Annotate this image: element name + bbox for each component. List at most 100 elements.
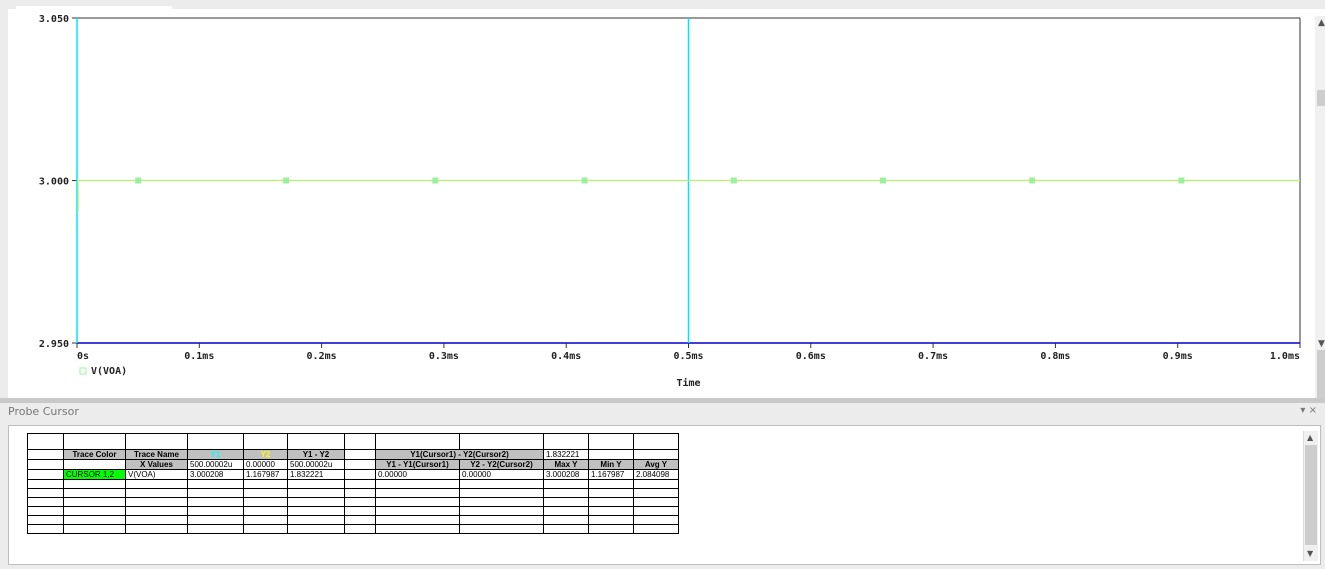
table-cell[interactable]: [459, 433, 544, 450]
table-cell[interactable]: [375, 479, 460, 489]
table-cell[interactable]: [459, 488, 544, 498]
table-cell[interactable]: [63, 479, 126, 489]
table-cell[interactable]: [633, 515, 679, 525]
table-cell[interactable]: [243, 506, 288, 516]
trace-color-swatch[interactable]: CURSOR 1,2: [63, 469, 126, 480]
table-cell[interactable]: [588, 488, 634, 498]
scrollbar-thumb[interactable]: [1317, 90, 1325, 106]
scroll-down-icon[interactable]: ▼: [1318, 339, 1325, 349]
col-header-trace-name[interactable]: Trace Name: [125, 449, 188, 460]
table-cell[interactable]: [543, 488, 589, 498]
table-cell[interactable]: [588, 479, 634, 489]
table-cell[interactable]: [125, 506, 188, 516]
table-cell[interactable]: [459, 479, 544, 489]
table-cell[interactable]: [543, 506, 589, 516]
table-cell[interactable]: [375, 488, 460, 498]
table-cell[interactable]: [27, 459, 64, 470]
col-header-y2[interactable]: Y2: [243, 449, 288, 460]
table-cell[interactable]: [375, 524, 460, 534]
probe-window-controls[interactable]: ▾ ×: [1300, 405, 1317, 416]
table-cell[interactable]: [287, 479, 345, 489]
table-cell[interactable]: [344, 469, 376, 480]
table-cell[interactable]: [125, 515, 188, 525]
table-cell[interactable]: [27, 479, 64, 489]
table-cell[interactable]: [287, 515, 345, 525]
table-cell[interactable]: [27, 506, 64, 516]
col-header-y1[interactable]: Y1: [187, 449, 244, 460]
table-cell[interactable]: [243, 433, 288, 450]
table-cell[interactable]: [27, 449, 64, 460]
table-cell[interactable]: [287, 506, 345, 516]
table-cell[interactable]: [588, 433, 634, 450]
table-cell[interactable]: [125, 497, 188, 507]
table-cell[interactable]: [633, 506, 679, 516]
table-cell[interactable]: [187, 488, 244, 498]
table-cell[interactable]: [588, 506, 634, 516]
table-cell[interactable]: [459, 506, 544, 516]
waveform-plot[interactable]: 3.050 3.000 2.950 0s 0.1ms 0.2ms 0.3ms 0.4ms 0.5…: [8, 6, 1308, 398]
table-cell[interactable]: [125, 479, 188, 489]
table-cell[interactable]: [588, 524, 634, 534]
table-cell[interactable]: [344, 459, 376, 470]
table-cell[interactable]: [243, 524, 288, 534]
table-cell[interactable]: [543, 515, 589, 525]
table-cell[interactable]: [633, 524, 679, 534]
table-cell[interactable]: [633, 488, 679, 498]
table-cell[interactable]: [243, 479, 288, 489]
trace-name-cell[interactable]: V(VOA): [125, 469, 188, 480]
table-cell[interactable]: [344, 488, 376, 498]
table-cell[interactable]: [375, 506, 460, 516]
table-cell[interactable]: [287, 497, 345, 507]
table-cell[interactable]: [243, 488, 288, 498]
table-cell[interactable]: [375, 433, 460, 450]
scrollbar-thumb[interactable]: [1305, 445, 1317, 545]
table-cell[interactable]: [543, 524, 589, 534]
table-cell[interactable]: [459, 515, 544, 525]
scroll-down-icon[interactable]: ▼: [1307, 549, 1313, 558]
table-cell[interactable]: [287, 524, 345, 534]
pane-splitter[interactable]: [0, 398, 1325, 403]
table-cell[interactable]: [125, 433, 188, 450]
table-cell[interactable]: [27, 469, 64, 480]
table-cell[interactable]: [187, 497, 244, 507]
table-cell[interactable]: [459, 497, 544, 507]
table-cell[interactable]: [543, 433, 589, 450]
scroll-up-icon[interactable]: ▲: [1307, 433, 1313, 442]
table-cell[interactable]: [588, 497, 634, 507]
table-cell[interactable]: [63, 515, 126, 525]
col-header-y1-minus-y2[interactable]: Y1 - Y2: [287, 449, 345, 460]
table-cell[interactable]: [344, 497, 376, 507]
table-cell[interactable]: [27, 433, 64, 450]
table-cell[interactable]: [125, 488, 188, 498]
table-cell[interactable]: [63, 459, 126, 470]
table-cell[interactable]: [588, 449, 634, 460]
table-cell[interactable]: [63, 524, 126, 534]
table-cell[interactable]: [27, 497, 64, 507]
table-cell[interactable]: [187, 506, 244, 516]
scrollbar-lower-track[interactable]: [1317, 350, 1325, 398]
table-cell[interactable]: [243, 497, 288, 507]
table-cell[interactable]: [344, 479, 376, 489]
table-cell[interactable]: [543, 497, 589, 507]
table-cell[interactable]: [27, 515, 64, 525]
table-cell[interactable]: [633, 479, 679, 489]
table-cell[interactable]: [187, 479, 244, 489]
plot-vertical-scrollbar[interactable]: ▲ ▼: [1315, 16, 1325, 402]
probe-vertical-scrollbar[interactable]: ▲ ▼: [1303, 431, 1318, 561]
table-cell[interactable]: [243, 515, 288, 525]
table-cell[interactable]: [63, 506, 126, 516]
scroll-up-icon[interactable]: ▲: [1318, 18, 1325, 28]
table-cell[interactable]: [187, 515, 244, 525]
table-cell[interactable]: [344, 449, 376, 460]
table-cell[interactable]: [63, 488, 126, 498]
table-cell[interactable]: [187, 433, 244, 450]
col-header-trace-color[interactable]: Trace Color: [63, 449, 126, 460]
table-cell[interactable]: [633, 497, 679, 507]
table-cell[interactable]: [63, 433, 126, 450]
table-cell[interactable]: [543, 479, 589, 489]
table-cell[interactable]: [287, 488, 345, 498]
table-cell[interactable]: [27, 524, 64, 534]
table-cell[interactable]: [344, 515, 376, 525]
table-cell[interactable]: [63, 497, 126, 507]
table-cell[interactable]: [27, 488, 64, 498]
